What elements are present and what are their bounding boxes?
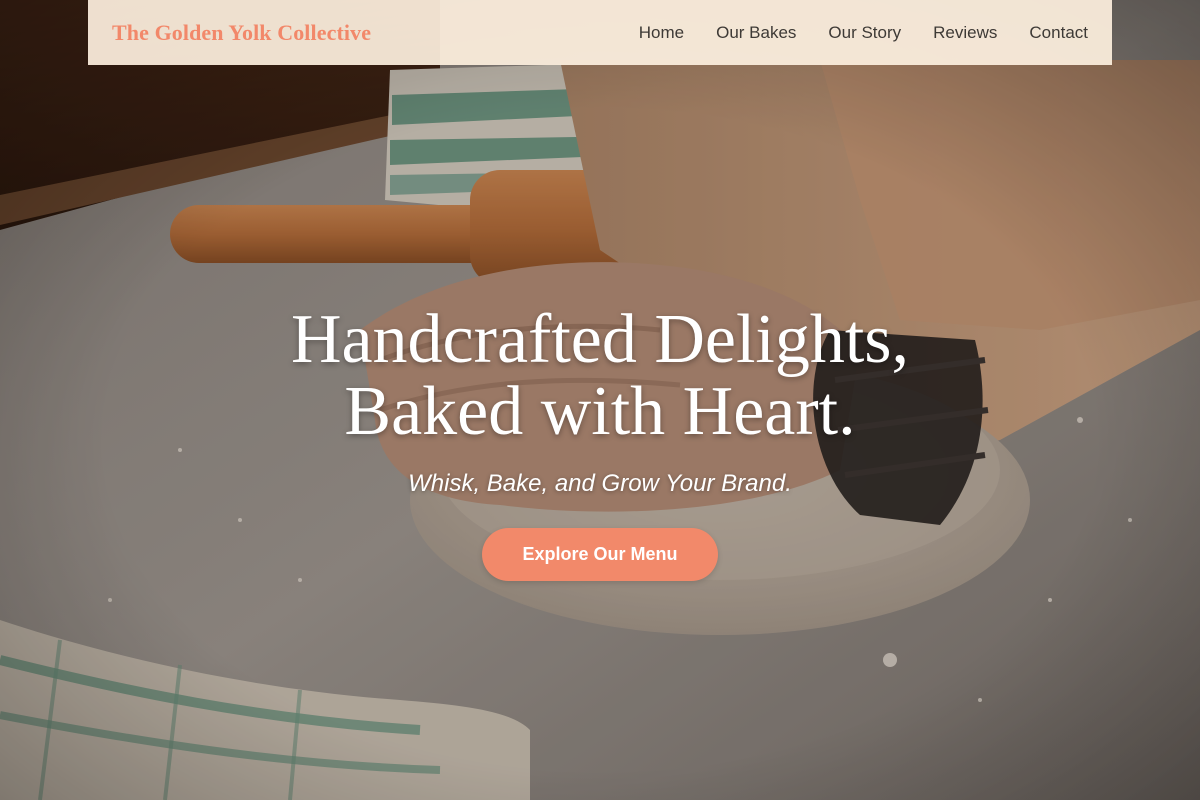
hero-title-line-2: Baked with Heart. [344, 373, 856, 450]
brand-logo-text[interactable]: The Golden Yolk Collective [112, 20, 371, 46]
site-header: The Golden Yolk Collective Home Our Bake… [88, 0, 1112, 65]
nav-link-reviews[interactable]: Reviews [933, 23, 997, 43]
hero-subtitle: Whisk, Bake, and Grow Your Brand. [408, 470, 792, 497]
explore-menu-button[interactable]: Explore Our Menu [482, 528, 718, 581]
nav-link-home[interactable]: Home [639, 23, 684, 43]
nav-link-our-bakes[interactable]: Our Bakes [716, 23, 796, 43]
hero-title-line-1: Handcrafted Delights, [290, 301, 910, 378]
nav-link-our-story[interactable]: Our Story [828, 23, 901, 43]
main-nav: Home Our Bakes Our Story Reviews Contact [639, 23, 1088, 43]
hero-content: Handcrafted Delights, Baked with Heart. … [0, 304, 1200, 581]
hero-title: Handcrafted Delights, Baked with Heart. [0, 304, 1200, 448]
nav-link-contact[interactable]: Contact [1029, 23, 1088, 43]
